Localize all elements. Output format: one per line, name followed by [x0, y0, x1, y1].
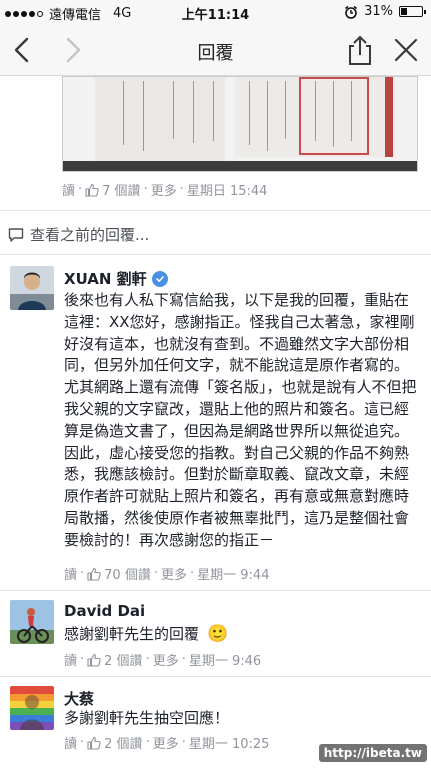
comment-timestamp: 星期一 10:25: [188, 737, 270, 752]
reply-link[interactable]: 讀: [62, 180, 75, 199]
close-icon: [394, 38, 418, 62]
divider: [0, 210, 431, 211]
like-count[interactable]: 2 個讚: [104, 733, 142, 752]
avatar[interactable]: [10, 266, 54, 310]
comment-action-bar: 讀 · 70 個讚 · 更多 · 星期一 9:44: [64, 564, 270, 583]
reply-link[interactable]: 讀: [64, 650, 77, 669]
thumbs-up-icon: [87, 653, 101, 667]
smile-emoji-icon: 🙂: [207, 624, 229, 644]
see-previous-label[interactable]: 查看之前的回覆...: [30, 224, 149, 245]
post-action-bar: 讀 · 7 個讚 · 更多 · 星期日 15:44: [62, 180, 268, 199]
status-right: 31%: [344, 4, 426, 19]
divider: [0, 254, 431, 255]
close-button[interactable]: [391, 34, 421, 66]
more-link[interactable]: 更多: [153, 650, 179, 669]
author-name[interactable]: David Dai: [64, 602, 145, 620]
thumbs-up-icon: [87, 736, 101, 750]
more-link[interactable]: 更多: [153, 733, 179, 752]
comment-text: 多謝劉軒先生抽空回應！: [64, 709, 230, 727]
speech-bubble-icon: [8, 227, 24, 242]
comment-timestamp: 星期一 9:46: [188, 654, 262, 669]
watermark: http://ibeta.tw: [318, 744, 427, 762]
post-photo[interactable]: [62, 76, 418, 172]
share-button[interactable]: [345, 34, 375, 66]
photo-background: [63, 161, 417, 171]
battery-percent: 31%: [364, 4, 393, 19]
comment-author[interactable]: David Dai: [64, 602, 145, 620]
thumbs-up-icon: [87, 567, 101, 581]
author-name[interactable]: 大蔡: [64, 688, 94, 709]
comment-action-bar: 讀 · 2 個讚 · 更多 · 星期一 10:25: [64, 733, 270, 752]
comment-timestamp: 星期一 9:44: [197, 568, 270, 583]
more-link[interactable]: 更多: [161, 564, 187, 583]
comment-author[interactable]: XUAN 劉軒: [64, 268, 168, 289]
post-timestamp: 星期日 15:44: [186, 184, 268, 199]
reply-link[interactable]: 讀: [64, 564, 77, 583]
like-count[interactable]: 70 個讚: [104, 564, 151, 583]
author-name[interactable]: XUAN 劉軒: [64, 268, 147, 289]
verified-badge-icon: [151, 270, 168, 287]
thumbs-up-icon: [85, 183, 99, 197]
battery-icon: [399, 6, 426, 17]
like-count[interactable]: 2 個讚: [104, 650, 142, 669]
comment-action-bar: 讀 · 2 個讚 · 更多 · 星期一 9:46: [64, 650, 262, 669]
comment-author[interactable]: 大蔡: [64, 688, 94, 709]
alarm-icon: [345, 5, 358, 19]
comment-text: 後來也有人私下寫信給我，以下是我的回覆，重貼在這裡：XX您好，感謝指正。怪我自己…: [64, 291, 417, 549]
like-count[interactable]: 7 個讚: [102, 180, 140, 199]
see-previous-replies-link[interactable]: 查看之前的回覆...: [8, 224, 149, 245]
highlight-box: [299, 77, 369, 155]
more-link[interactable]: 更多: [151, 180, 177, 199]
divider: [0, 590, 431, 591]
reply-link[interactable]: 讀: [64, 733, 77, 752]
divider: [0, 676, 431, 677]
comment-text-row: 感謝劉軒先生的回覆 🙂: [64, 624, 422, 646]
navigation-bar: 回覆: [0, 24, 431, 76]
book-page-left: [95, 77, 225, 161]
share-icon: [349, 36, 371, 65]
avatar[interactable]: [10, 686, 54, 730]
book-edge: [385, 77, 393, 157]
avatar[interactable]: [10, 600, 54, 644]
comment-text: 感謝劉軒先生的回覆: [64, 625, 200, 643]
status-bar: 遠傳電信 4G 上午11:14 31%: [0, 0, 431, 24]
